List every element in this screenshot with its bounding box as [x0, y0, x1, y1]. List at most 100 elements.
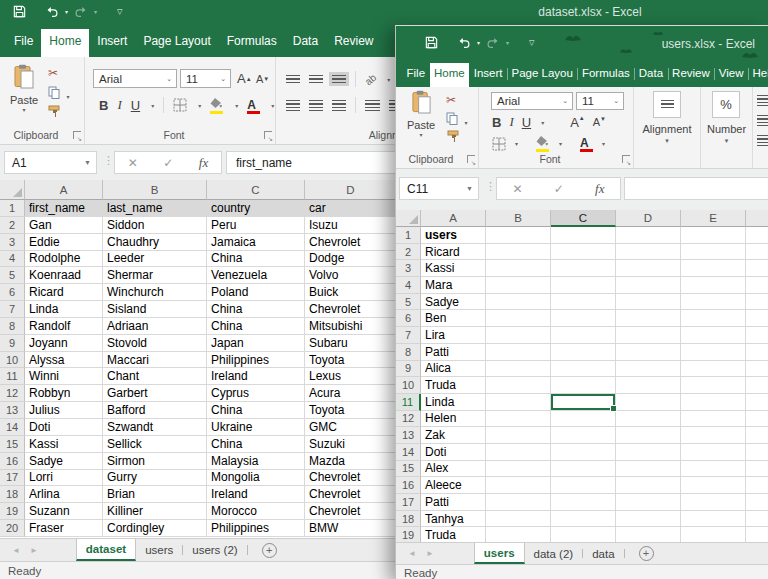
cell-d15[interactable] [616, 461, 681, 478]
cell-e3[interactable] [681, 260, 746, 277]
cell-d14[interactable]: GMC [305, 419, 397, 436]
row-header-6[interactable]: 6 [396, 310, 421, 327]
underline-button[interactable]: U [131, 98, 140, 113]
cell-e14[interactable] [681, 444, 746, 461]
paste-button[interactable]: Paste ▾ [404, 90, 438, 138]
grow-font-icon[interactable]: A▲ [570, 115, 585, 130]
clipboard-dialog-launcher[interactable] [73, 131, 81, 139]
row-header-2[interactable]: 2 [0, 217, 25, 234]
cell-a4[interactable]: Rodolphe [25, 251, 103, 268]
cell-a9[interactable]: Alica [421, 361, 486, 378]
cell-e17[interactable] [681, 494, 746, 511]
row-header-18[interactable]: 18 [0, 486, 25, 503]
name-box[interactable]: C11 ▼ [399, 177, 479, 200]
ribbon-tab-review[interactable]: Review [326, 25, 381, 57]
cell-a17[interactable]: Patti [421, 494, 486, 511]
cell-c3[interactable]: Jamaica [207, 234, 305, 251]
cell-b7[interactable]: Sisland [103, 301, 207, 318]
cell-c19[interactable]: Morocco [207, 503, 305, 520]
cell-b15[interactable]: Sellick [103, 436, 207, 453]
ribbon-tab-file[interactable]: File [6, 25, 41, 57]
cell-b9[interactable] [486, 361, 551, 378]
row-header-20[interactable]: 20 [0, 520, 25, 537]
cell-a4[interactable]: Mara [421, 277, 486, 294]
ribbon-tab-data[interactable]: Data [634, 61, 667, 87]
cell-d11[interactable] [616, 394, 681, 411]
cell-b7[interactable] [486, 327, 551, 344]
cell-c20[interactable]: Philippines [207, 520, 305, 537]
customize-qat-icon[interactable]: ▽ [117, 8, 122, 16]
cell-a11[interactable]: Linda [421, 394, 486, 411]
cell-b5[interactable] [486, 294, 551, 311]
cell-b11[interactable] [486, 394, 551, 411]
cell-a2[interactable]: Ricard [421, 244, 486, 261]
ribbon-tab-page-layout[interactable]: Page Layout [135, 25, 218, 57]
sheet-prev-icon[interactable]: ◄ [408, 549, 416, 558]
cell-d11[interactable]: Lexus [305, 368, 397, 385]
redo-dropdown-icon[interactable]: ▾ [506, 39, 509, 46]
row-header-3[interactable]: 3 [396, 260, 421, 277]
cell-d20[interactable]: BMW [305, 520, 397, 537]
clipboard-dialog-launcher[interactable] [467, 155, 475, 163]
cell-d2[interactable] [616, 244, 681, 261]
cell-c3[interactable] [551, 260, 616, 277]
fill-color-icon[interactable] [210, 98, 224, 113]
cell-a5[interactable]: Sadye [421, 294, 486, 311]
cell-d8[interactable] [616, 344, 681, 361]
row-header-5[interactable]: 5 [0, 267, 25, 284]
cell-d1[interactable] [616, 227, 681, 244]
row-header-6[interactable]: 6 [0, 284, 25, 301]
cell-c19[interactable] [551, 527, 616, 542]
cell-e13[interactable] [681, 427, 746, 444]
cell-c13[interactable]: China [207, 402, 305, 419]
cell-a10[interactable]: Alyssa [25, 352, 103, 369]
row-header-16[interactable]: 16 [396, 477, 421, 494]
cell-e4[interactable] [681, 277, 746, 294]
cell-a12[interactable]: Helen [421, 411, 486, 428]
cell-a15[interactable]: Alex [421, 461, 486, 478]
cell-b1[interactable]: last_name [103, 200, 207, 217]
cell-d1[interactable]: car [305, 200, 397, 217]
cell-a16[interactable]: Sadye [25, 453, 103, 470]
column-header-b[interactable]: B [103, 180, 207, 200]
cell-c18[interactable] [551, 511, 616, 528]
cell-d19[interactable] [616, 527, 681, 542]
cell-b18[interactable]: Brian [103, 486, 207, 503]
cancel-icon[interactable]: ✕ [513, 182, 523, 196]
row-header-17[interactable]: 17 [396, 494, 421, 511]
cell-b17[interactable] [486, 494, 551, 511]
cell-c14[interactable]: Ukraine [207, 419, 305, 436]
font-dialog-launcher[interactable] [264, 131, 272, 139]
cell-b16[interactable] [486, 477, 551, 494]
cell-e16[interactable] [681, 477, 746, 494]
cut-icon[interactable]: ✂ [48, 66, 58, 80]
cell-e2[interactable] [681, 244, 746, 261]
row-header-17[interactable]: 17 [0, 470, 25, 487]
cell-b4[interactable]: Leeder [103, 251, 207, 268]
cell-d5[interactable]: Volvo [305, 267, 397, 284]
row-header-19[interactable]: 19 [396, 527, 421, 542]
cell-b1[interactable] [486, 227, 551, 244]
cell-d15[interactable]: Suzuki [305, 436, 397, 453]
cell-c12[interactable] [551, 411, 616, 428]
row-header-9[interactable]: 9 [0, 335, 25, 352]
undo-icon[interactable] [45, 5, 59, 18]
font-name-select[interactable]: Arial⌄ [491, 92, 573, 110]
row-header-12[interactable]: 12 [396, 411, 421, 428]
enter-icon[interactable]: ✓ [554, 182, 564, 196]
cell-c7[interactable]: China [207, 301, 305, 318]
row-header-14[interactable]: 14 [0, 419, 25, 436]
ribbon-tab-home[interactable]: Home [41, 25, 89, 57]
cell-d9[interactable] [616, 361, 681, 378]
enter-icon[interactable]: ✓ [163, 156, 173, 170]
cell-a20[interactable]: Fraser [25, 520, 103, 537]
cell-a3[interactable]: Kassi [421, 260, 486, 277]
cell-d6[interactable] [616, 310, 681, 327]
row-header-10[interactable]: 10 [0, 352, 25, 369]
cell-b8[interactable] [486, 344, 551, 361]
number-dropdown-icon[interactable]: ▾ [701, 137, 752, 145]
cell-c7[interactable] [551, 327, 616, 344]
ribbon-tab-view[interactable]: View [714, 61, 748, 87]
sheet-tab-users[interactable]: users [136, 539, 182, 561]
cell-c17[interactable] [551, 494, 616, 511]
